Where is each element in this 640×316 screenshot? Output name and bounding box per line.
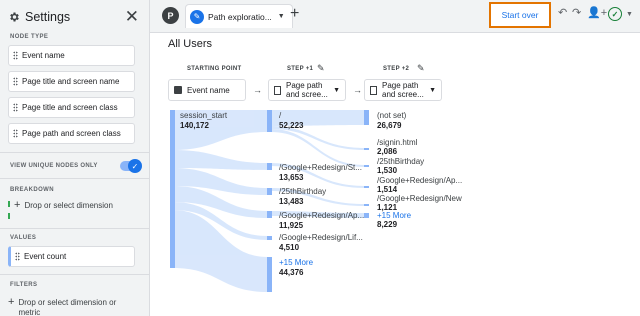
node-label[interactable]: / (279, 111, 281, 121)
node-value: 8,229 (377, 220, 398, 229)
node-bar (267, 211, 272, 218)
settings-title: Settings (25, 10, 71, 24)
node-label[interactable]: /Google+Redesign/Lif... (279, 233, 363, 243)
node-type-page-path-screen-class[interactable]: Page path and screen class (8, 123, 135, 144)
divider (0, 274, 150, 275)
divider (0, 228, 150, 229)
node-bar (364, 165, 369, 167)
node-value: 140,172 (180, 121, 209, 130)
drag-handle-icon[interactable] (13, 51, 18, 60)
plus-icon[interactable]: + (8, 297, 14, 308)
drop-indicator (8, 201, 10, 219)
node-type-page-title-screen-name[interactable]: Page title and screen name (8, 71, 135, 92)
check-icon: ✓ (128, 159, 142, 173)
node-label[interactable]: /Google+Redesign/Ap... (279, 211, 364, 221)
drag-handle-icon[interactable] (15, 252, 20, 261)
node-bar (364, 204, 369, 206)
divider (0, 178, 150, 179)
node-type-page-title-screen-class[interactable]: Page title and screen class (8, 97, 135, 118)
node-value: 2,086 (377, 147, 398, 156)
node-value: 1,530 (377, 166, 398, 175)
drag-handle-icon[interactable] (13, 129, 18, 138)
value-event-count[interactable]: Event count (8, 246, 135, 267)
settings-panel: Settings ✕ NODE TYPE Event name Page tit… (0, 0, 150, 316)
node-bar (364, 110, 369, 125)
values-label: VALUES (10, 235, 37, 241)
node-label[interactable]: (not set) (377, 111, 406, 121)
node-label[interactable]: /Google+Redesign/St... (279, 163, 362, 173)
node-type-label: NODE TYPE (10, 34, 49, 40)
node-value: 4,510 (279, 243, 300, 252)
unique-nodes-row: VIEW UNIQUE NODES ONLY ✓ (10, 159, 142, 173)
node-type-event-name[interactable]: Event name (8, 45, 135, 66)
node-value: 52,223 (279, 121, 304, 130)
node-bar (364, 186, 369, 188)
close-icon[interactable]: ✕ (125, 8, 139, 25)
unique-nodes-label: VIEW UNIQUE NODES ONLY (10, 163, 98, 169)
breakdown-label: BREAKDOWN (10, 187, 54, 193)
node-label[interactable]: session_start (180, 111, 227, 121)
filters-label: FILTERS (10, 282, 38, 288)
node-bar (267, 236, 272, 240)
node-bar (267, 163, 272, 170)
divider (0, 152, 150, 153)
main-area: P ✎ Path exploratio... ▼ + Start over ↶ … (150, 0, 640, 316)
node-value: 13,483 (279, 197, 304, 206)
node-bar (267, 110, 272, 132)
node-bar (267, 257, 272, 292)
breakdown-drop-zone[interactable]: + Drop or select dimension (8, 200, 135, 219)
more-nodes-link[interactable]: +15 More (279, 258, 313, 268)
node-label[interactable]: /25thBirthday (279, 187, 326, 197)
node-bar (267, 188, 272, 195)
node-value: 13,653 (279, 173, 304, 182)
drag-handle-icon[interactable] (13, 103, 18, 112)
node-value: 11,925 (279, 221, 304, 230)
filters-drop-zone[interactable]: + Drop or select dimension or metric (8, 297, 135, 316)
drag-handle-icon[interactable] (13, 77, 18, 86)
plus-icon[interactable]: + (14, 200, 20, 211)
gear-icon (10, 12, 19, 22)
node-value: 26,679 (377, 121, 402, 130)
node-bar (364, 148, 369, 150)
unique-nodes-toggle[interactable]: ✓ (120, 159, 142, 173)
node-bar (364, 213, 369, 218)
flow (173, 150, 268, 170)
node-bar-start (170, 110, 175, 268)
node-value: 44,376 (279, 268, 304, 277)
